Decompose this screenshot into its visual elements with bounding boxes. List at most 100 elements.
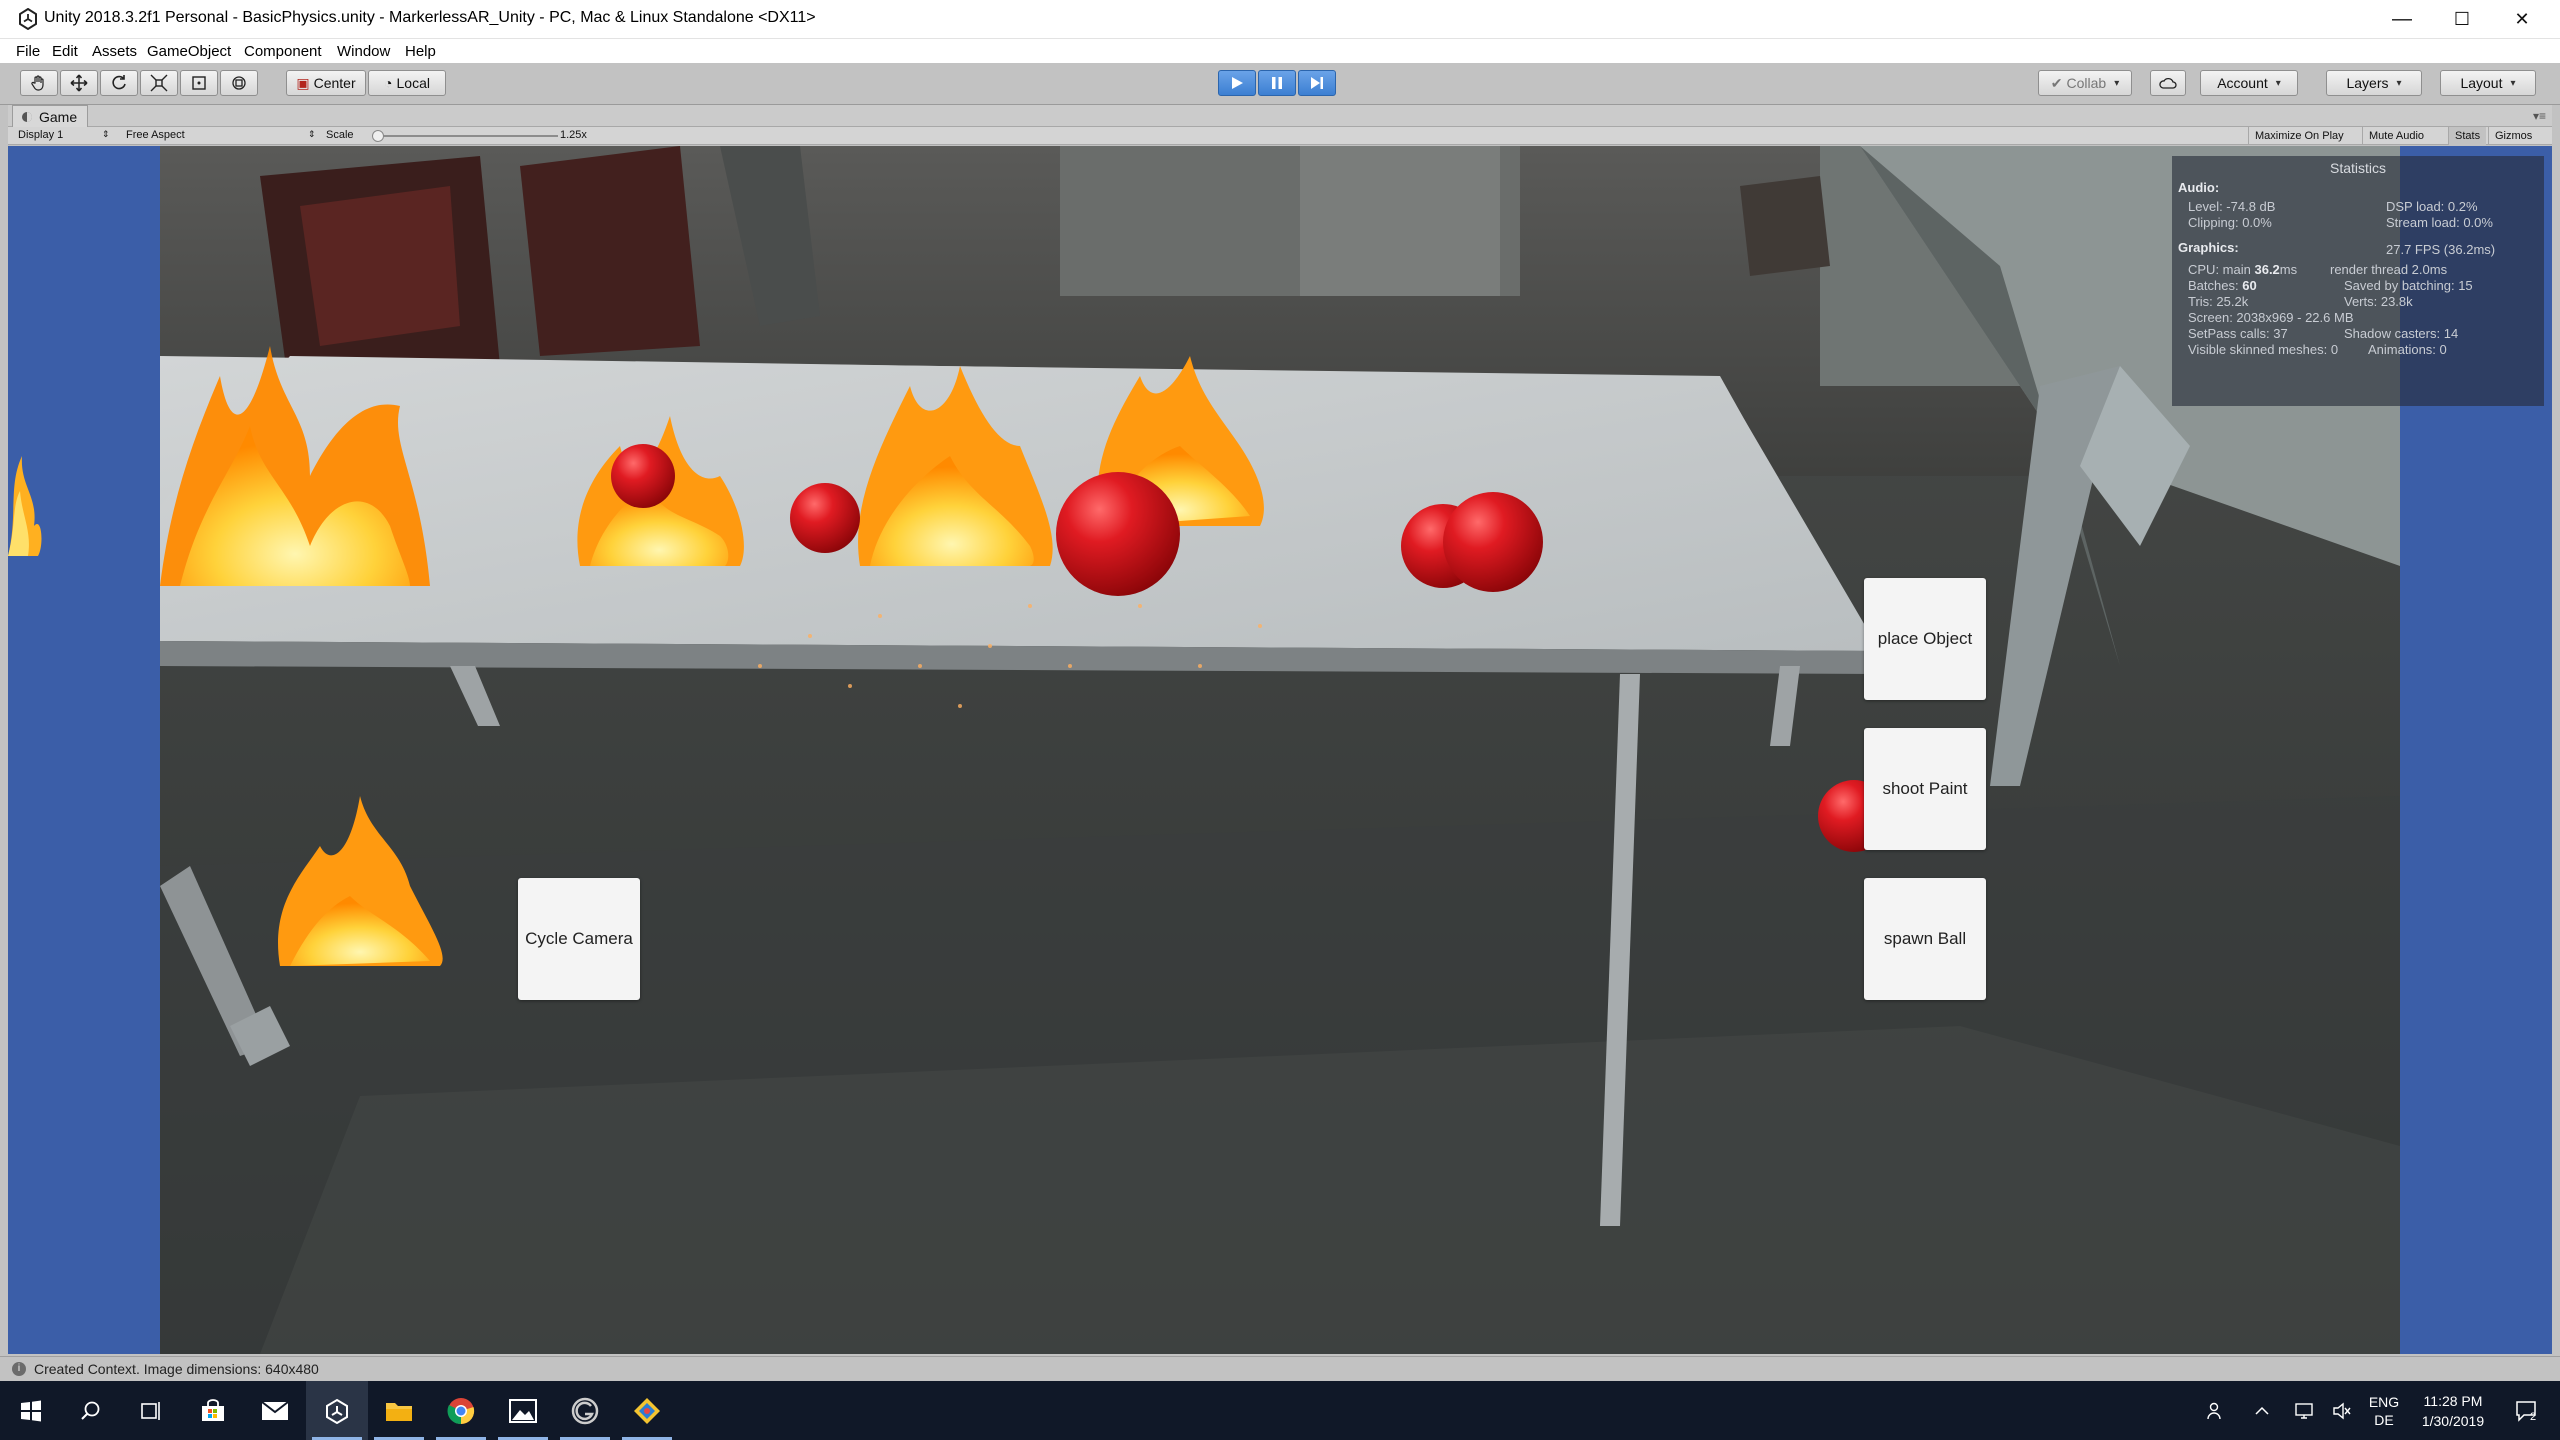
- menu-file[interactable]: File: [16, 43, 40, 60]
- check-icon: ✔: [2050, 74, 2063, 91]
- mute-audio-toggle[interactable]: Mute Audio: [2362, 127, 2430, 145]
- layout-dropdown[interactable]: Layout: [2440, 70, 2536, 96]
- taskbar-editor-app[interactable]: [554, 1381, 616, 1440]
- title-bar: Unity 2018.3.2f1 Personal - BasicPhysics…: [0, 0, 2560, 39]
- audio-header: Audio:: [2178, 180, 2220, 195]
- pivot-icon: ▣: [296, 74, 310, 91]
- close-button[interactable]: ✕: [2492, 0, 2552, 39]
- layers-dropdown[interactable]: Layers: [2326, 70, 2422, 96]
- transform-tool-button[interactable]: [220, 70, 258, 96]
- shoot-paint-button[interactable]: shoot Paint: [1864, 728, 1986, 850]
- statistics-title: Statistics: [2329, 160, 2386, 176]
- pause-button[interactable]: [1258, 70, 1296, 96]
- windows-logo-icon: [21, 1400, 41, 1421]
- status-bar: i Created Context. Image dimensions: 640…: [0, 1356, 2560, 1380]
- scale-icon: [150, 74, 168, 92]
- rotate-tool-button[interactable]: [100, 70, 138, 96]
- start-button[interactable]: [0, 1381, 62, 1440]
- tab-menu-icon[interactable]: ▾≡: [2533, 109, 2546, 123]
- screen-info: Screen: 2038x969 - 22.6 MB: [2188, 310, 2354, 325]
- mail-icon: [261, 1400, 289, 1420]
- menu-assets[interactable]: Assets: [92, 43, 137, 60]
- taskbar-file-explorer[interactable]: [368, 1381, 430, 1440]
- info-icon: i: [12, 1362, 26, 1376]
- stats-toggle[interactable]: Stats: [2448, 127, 2487, 145]
- minimize-button[interactable]: —: [2372, 0, 2432, 39]
- task-view-button[interactable]: [120, 1381, 182, 1440]
- cloud-button[interactable]: [2150, 70, 2186, 96]
- scale-label: Scale: [326, 129, 354, 141]
- console-last-message[interactable]: Created Context. Image dimensions: 640x4…: [34, 1361, 319, 1377]
- menu-window[interactable]: Window: [337, 43, 390, 60]
- taskbar-mail[interactable]: [244, 1381, 306, 1440]
- gamepad-icon: [22, 111, 32, 122]
- edge-flame: [8, 456, 42, 556]
- menu-help[interactable]: Help: [405, 43, 436, 60]
- play-icon: [1232, 77, 1243, 89]
- tab-game[interactable]: Game: [12, 105, 89, 127]
- scale-slider-handle[interactable]: [372, 130, 384, 142]
- search-button[interactable]: [60, 1381, 122, 1440]
- action-center-button[interactable]: 2: [2504, 1381, 2550, 1440]
- taskbar-git-app[interactable]: [616, 1381, 678, 1440]
- tris: Tris: 25.2k: [2188, 294, 2249, 309]
- editor-app-icon: [571, 1397, 599, 1424]
- setpass-calls: SetPass calls: 37: [2188, 326, 2288, 341]
- saved-by-batching: Saved by batching: 15: [2344, 278, 2473, 293]
- tray-chevron-icon[interactable]: [2250, 1381, 2274, 1440]
- taskbar-chrome[interactable]: [430, 1381, 492, 1440]
- scale-value: 1.25x: [560, 129, 587, 141]
- spawn-ball-button[interactable]: spawn Ball: [1864, 878, 1986, 1000]
- store-icon: [202, 1398, 224, 1421]
- taskbar-photos[interactable]: [492, 1381, 554, 1440]
- input-language-indicator[interactable]: ENG DE: [2364, 1381, 2404, 1440]
- cycle-camera-button[interactable]: Cycle Camera: [518, 878, 640, 1000]
- clock[interactable]: 11:28 PM 1/30/2019: [2410, 1381, 2496, 1440]
- window-title: Unity 2018.3.2f1 Personal - BasicPhysics…: [44, 9, 816, 26]
- scale-tool-button[interactable]: [140, 70, 178, 96]
- transform-icon: [232, 76, 246, 90]
- cloud-icon: [2159, 77, 2177, 89]
- network-icon[interactable]: [2290, 1381, 2318, 1440]
- game-viewport[interactable]: place Object shoot Paint spawn Ball Cycl…: [8, 146, 2552, 1354]
- account-dropdown[interactable]: Account: [2200, 70, 2298, 96]
- render-thread: render thread 2.0ms: [2330, 262, 2448, 277]
- taskbar-unity[interactable]: [306, 1381, 368, 1440]
- unity-logo-icon: [19, 8, 37, 30]
- aspect-select[interactable]: Free Aspect: [126, 129, 185, 141]
- collab-dropdown[interactable]: ✔ Collab: [2038, 70, 2132, 96]
- play-button[interactable]: [1218, 70, 1256, 96]
- rect-tool-button[interactable]: [180, 70, 218, 96]
- taskbar-store[interactable]: [182, 1381, 244, 1440]
- step-button[interactable]: [1298, 70, 1336, 96]
- local-space-icon: ◔: [384, 75, 393, 91]
- visible-skinned-meshes: Visible skinned meshes: 0: [2188, 342, 2339, 357]
- pivot-local-toggle[interactable]: ◔ Local: [368, 70, 446, 96]
- chrome-icon: [447, 1397, 475, 1424]
- hand-icon: [31, 75, 44, 91]
- rotate-icon: [112, 75, 126, 90]
- step-icon: [1311, 77, 1323, 89]
- menu-gameobject[interactable]: GameObject: [147, 43, 231, 60]
- folder-icon: [386, 1402, 412, 1421]
- menu-component[interactable]: Component: [244, 43, 322, 60]
- menu-edit[interactable]: Edit: [52, 43, 78, 60]
- statistics-panel: Statistics Audio: Level: -74.8 dB Clippi…: [2172, 156, 2544, 406]
- display-select[interactable]: Display 1: [18, 129, 63, 141]
- aspect-select-arrow-icon: ⇕: [308, 129, 316, 139]
- camera-scene: [160, 146, 2400, 1354]
- hand-tool-button[interactable]: [20, 70, 58, 96]
- place-object-button[interactable]: place Object: [1864, 578, 1986, 700]
- pivot-center-toggle[interactable]: ▣ Center: [286, 70, 366, 96]
- move-tool-button[interactable]: [60, 70, 98, 96]
- main-toolbar: ▣Center ◔Local ✔Collab Account Layers La…: [0, 63, 2560, 105]
- gizmos-dropdown[interactable]: Gizmos: [2488, 127, 2538, 145]
- menu-bar: File Edit Assets GameObject Component Wi…: [0, 39, 2560, 63]
- maximize-on-play-toggle[interactable]: Maximize On Play: [2248, 127, 2350, 145]
- people-icon[interactable]: [2198, 1381, 2234, 1440]
- scale-slider[interactable]: [378, 135, 558, 137]
- display-select-arrow-icon: ⇕: [102, 129, 110, 139]
- volume-muted-icon[interactable]: [2328, 1381, 2356, 1440]
- animations: Animations: 0: [2368, 342, 2447, 357]
- maximize-button[interactable]: ☐: [2432, 0, 2492, 39]
